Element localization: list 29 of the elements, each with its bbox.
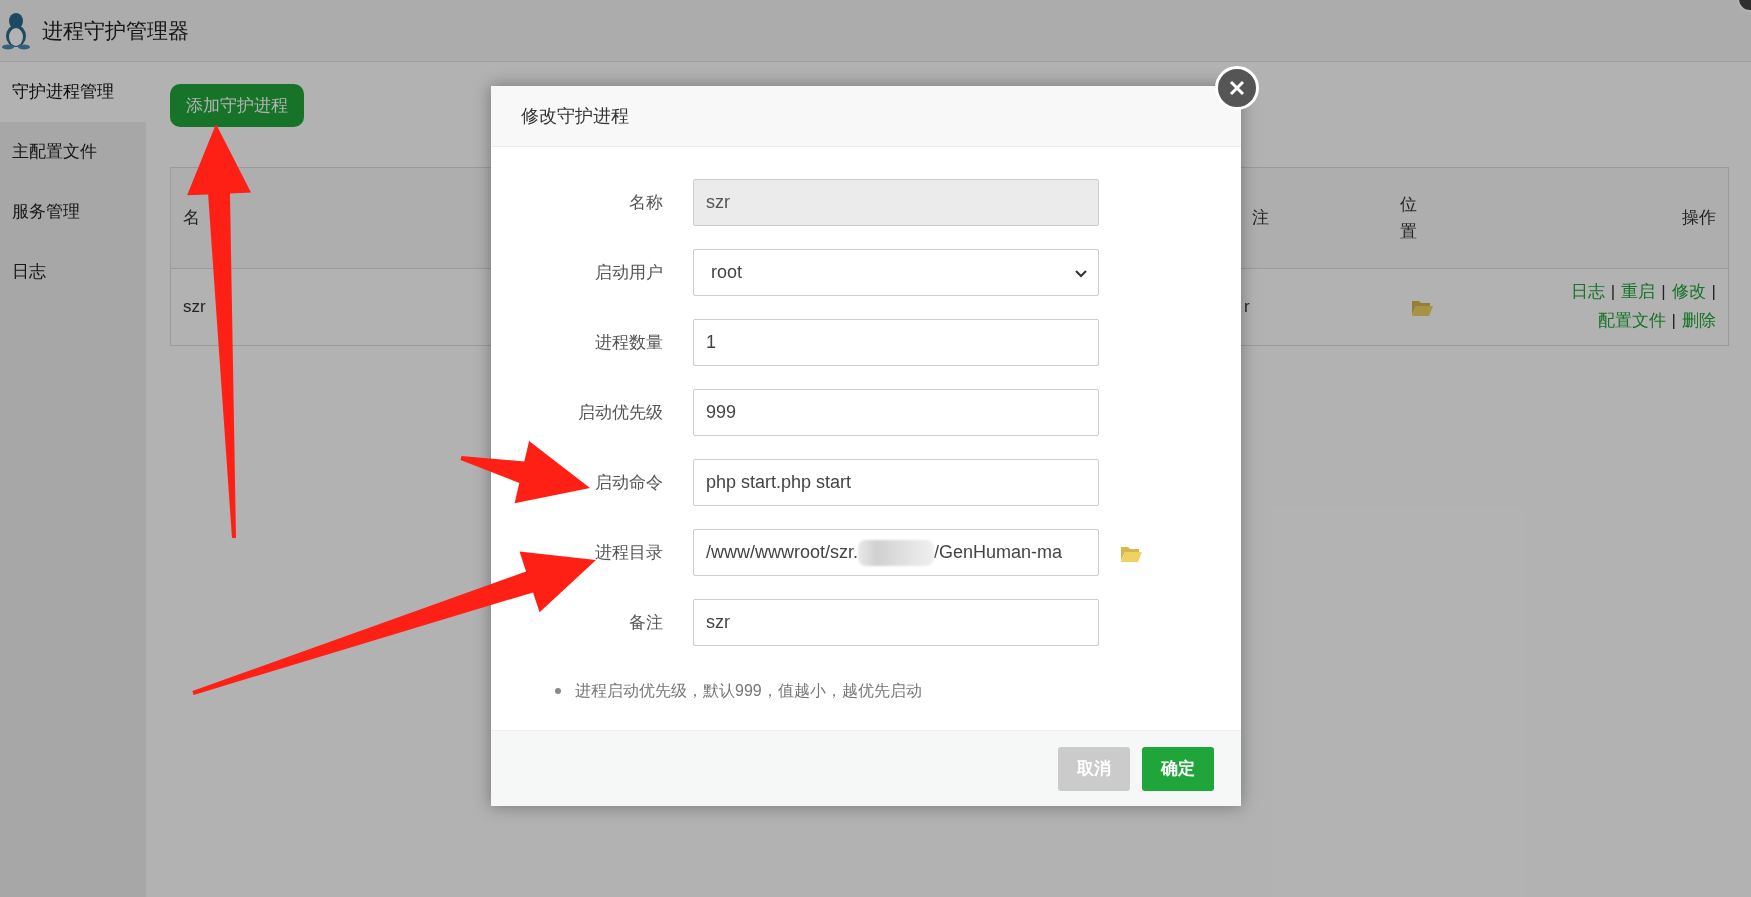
- field-label: 进程数量: [595, 331, 663, 354]
- separator-text: |: [1661, 281, 1666, 304]
- table-cell-text: r: [1243, 296, 1250, 319]
- input-field[interactable]: /www/wwwroot/szr. /GenHuman-ma: [693, 529, 1099, 576]
- field-label: 启动用户: [595, 261, 663, 284]
- hint-text: 进程启动优先级，默认999，值越小，越优先启动: [575, 681, 922, 701]
- table-cell-text: szr: [182, 296, 206, 319]
- field-label: 名称: [629, 191, 663, 214]
- column-header: 注: [1251, 207, 1269, 230]
- field-label: 进程目录: [595, 541, 663, 564]
- field-label: 启动命令: [595, 471, 663, 494]
- separator-text: |: [1671, 310, 1676, 332]
- column-header: 位置: [1400, 193, 1417, 243]
- input-field[interactable]: 999: [693, 389, 1099, 436]
- dialog-title: 修改守护进程: [521, 104, 629, 128]
- column-header: 操作: [1682, 207, 1716, 230]
- bullet-icon: [555, 688, 561, 694]
- separator-text: |: [1610, 281, 1616, 304]
- app-title: 进程守护管理器: [42, 17, 189, 44]
- user-select[interactable]: root: [693, 249, 1099, 296]
- field-label: 启动优先级: [578, 401, 663, 424]
- close-icon[interactable]: [1215, 66, 1259, 110]
- separator-text: |: [1711, 281, 1716, 304]
- input-field[interactable]: 1: [693, 319, 1099, 366]
- field-label: 备注: [629, 611, 663, 634]
- sidebar-item[interactable]: 守护进程管理: [0, 62, 146, 122]
- column-header: 名: [182, 207, 200, 230]
- input-field[interactable]: szr: [693, 599, 1099, 646]
- input-field[interactable]: php start.php start: [693, 459, 1099, 506]
